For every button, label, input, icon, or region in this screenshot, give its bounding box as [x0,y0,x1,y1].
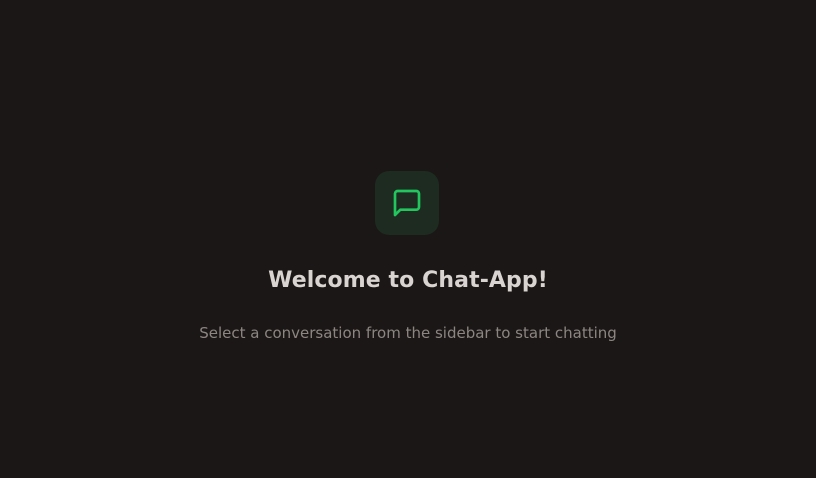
main-panel: Welcome to Chat-App! Select a conversati… [0,0,816,478]
chat-bubble-icon [393,189,421,217]
chat-icon-tile [375,171,439,235]
welcome-title: Welcome to Chat-App! [268,268,548,293]
welcome-subtitle: Select a conversation from the sidebar t… [199,324,617,342]
welcome-screen: Welcome to Chat-App! Select a conversati… [0,0,816,478]
